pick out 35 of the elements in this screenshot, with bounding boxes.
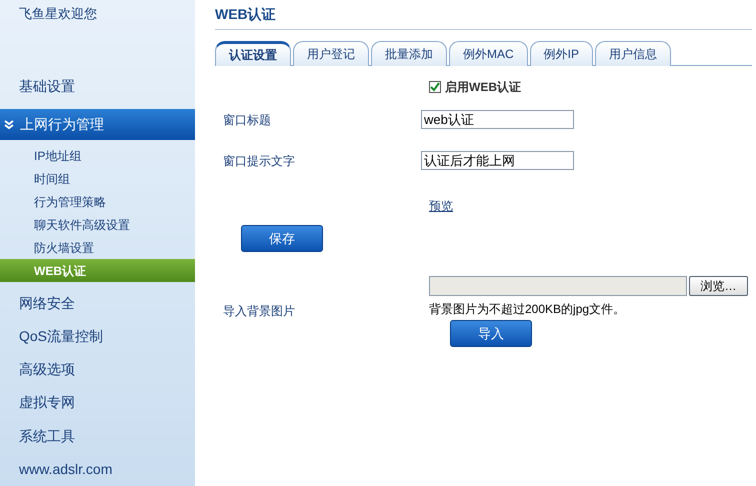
- page-title: WEB认证: [215, 5, 277, 24]
- tab[interactable]: 认证设置: [215, 41, 291, 66]
- hint-text: 背景图片为不超过200KB的jpg文件。: [429, 301, 626, 318]
- sidebar-subitem[interactable]: 时间组: [0, 167, 195, 190]
- save-button[interactable]: 保存: [241, 225, 323, 252]
- text-field[interactable]: 认证后才能上网: [421, 151, 574, 170]
- tab[interactable]: 用户信息: [595, 41, 672, 66]
- file-path-field[interactable]: [429, 276, 687, 296]
- tab[interactable]: 例外IP: [530, 41, 594, 66]
- sidebar-section[interactable]: www.adslr.com: [0, 452, 195, 486]
- sidebar-section[interactable]: 高级选项: [0, 352, 195, 386]
- field-label: 窗口提示文字: [222, 152, 296, 170]
- chevron-down-icon: [4, 120, 14, 130]
- sidebar-section[interactable]: 系统工具: [0, 419, 195, 453]
- tab[interactable]: 例外MAC: [449, 41, 528, 66]
- sidebar-subitem[interactable]: IP地址组: [0, 144, 195, 168]
- field-label: 导入背景图片: [222, 303, 296, 320]
- checkbox-label: 启用WEB认证: [445, 79, 521, 96]
- browse-button[interactable]: 浏览…: [689, 276, 748, 296]
- welcome-text: 飞鱼星欢迎您: [18, 5, 98, 23]
- sidebar-section[interactable]: 上网行为管理: [0, 108, 195, 140]
- sidebar-section[interactable]: 基础设置: [0, 70, 195, 103]
- checkbox[interactable]: [429, 81, 441, 93]
- tab[interactable]: 批量添加: [371, 41, 447, 66]
- preview-link[interactable]: 预览: [429, 199, 453, 213]
- sidebar-section[interactable]: QoS流量控制: [0, 320, 195, 353]
- sidebar-subitem[interactable]: 防火墙设置: [0, 236, 195, 260]
- sidebar-section[interactable]: 虚拟专网: [0, 386, 195, 420]
- sidebar-section[interactable]: 网络安全: [0, 286, 195, 320]
- sidebar-subitem[interactable]: 行为管理策略: [0, 190, 195, 214]
- import-button[interactable]: 导入: [450, 320, 532, 347]
- text-field[interactable]: web认证: [421, 110, 574, 129]
- sidebar-subitem[interactable]: 聊天软件高级设置: [0, 213, 195, 236]
- tab[interactable]: 用户登记: [293, 41, 369, 66]
- field-label: 窗口标题: [222, 112, 272, 128]
